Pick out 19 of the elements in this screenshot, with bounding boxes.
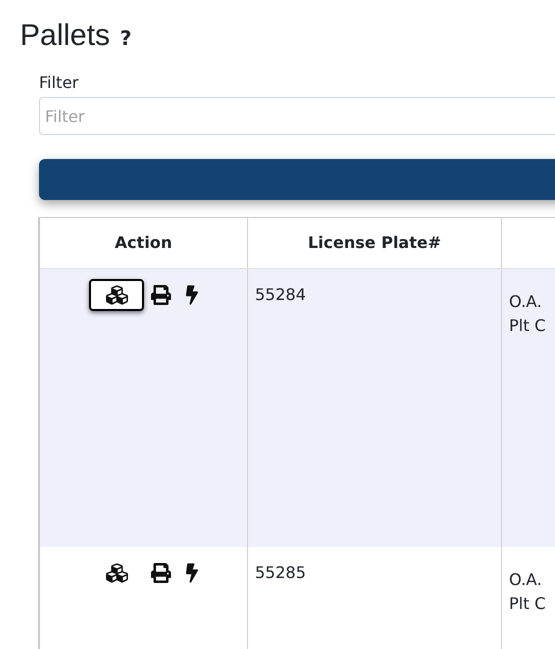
cubes-icon (104, 562, 130, 584)
print-icon (150, 563, 172, 583)
print-icon (150, 285, 172, 305)
help-icon[interactable]: ? (120, 23, 132, 53)
bolt-icon (186, 284, 198, 306)
filter-field[interactable]: Filter (39, 97, 555, 135)
cubes-button[interactable] (89, 279, 144, 311)
table-cell: Plt C (509, 315, 546, 337)
page-title: Pallets (20, 18, 110, 54)
table-cell: Plt C (509, 593, 546, 615)
bolt-icon (186, 562, 198, 584)
table-cell: 55284 (255, 285, 306, 304)
column-header: License Plate# (308, 232, 442, 254)
table-cell: 55285 (255, 563, 306, 582)
filter-label: Filter (39, 73, 79, 93)
column-header: Action (114, 232, 172, 254)
cubes-icon (104, 284, 130, 306)
table-cell: O.A. (509, 291, 542, 313)
table-cell: O.A. (509, 569, 542, 591)
